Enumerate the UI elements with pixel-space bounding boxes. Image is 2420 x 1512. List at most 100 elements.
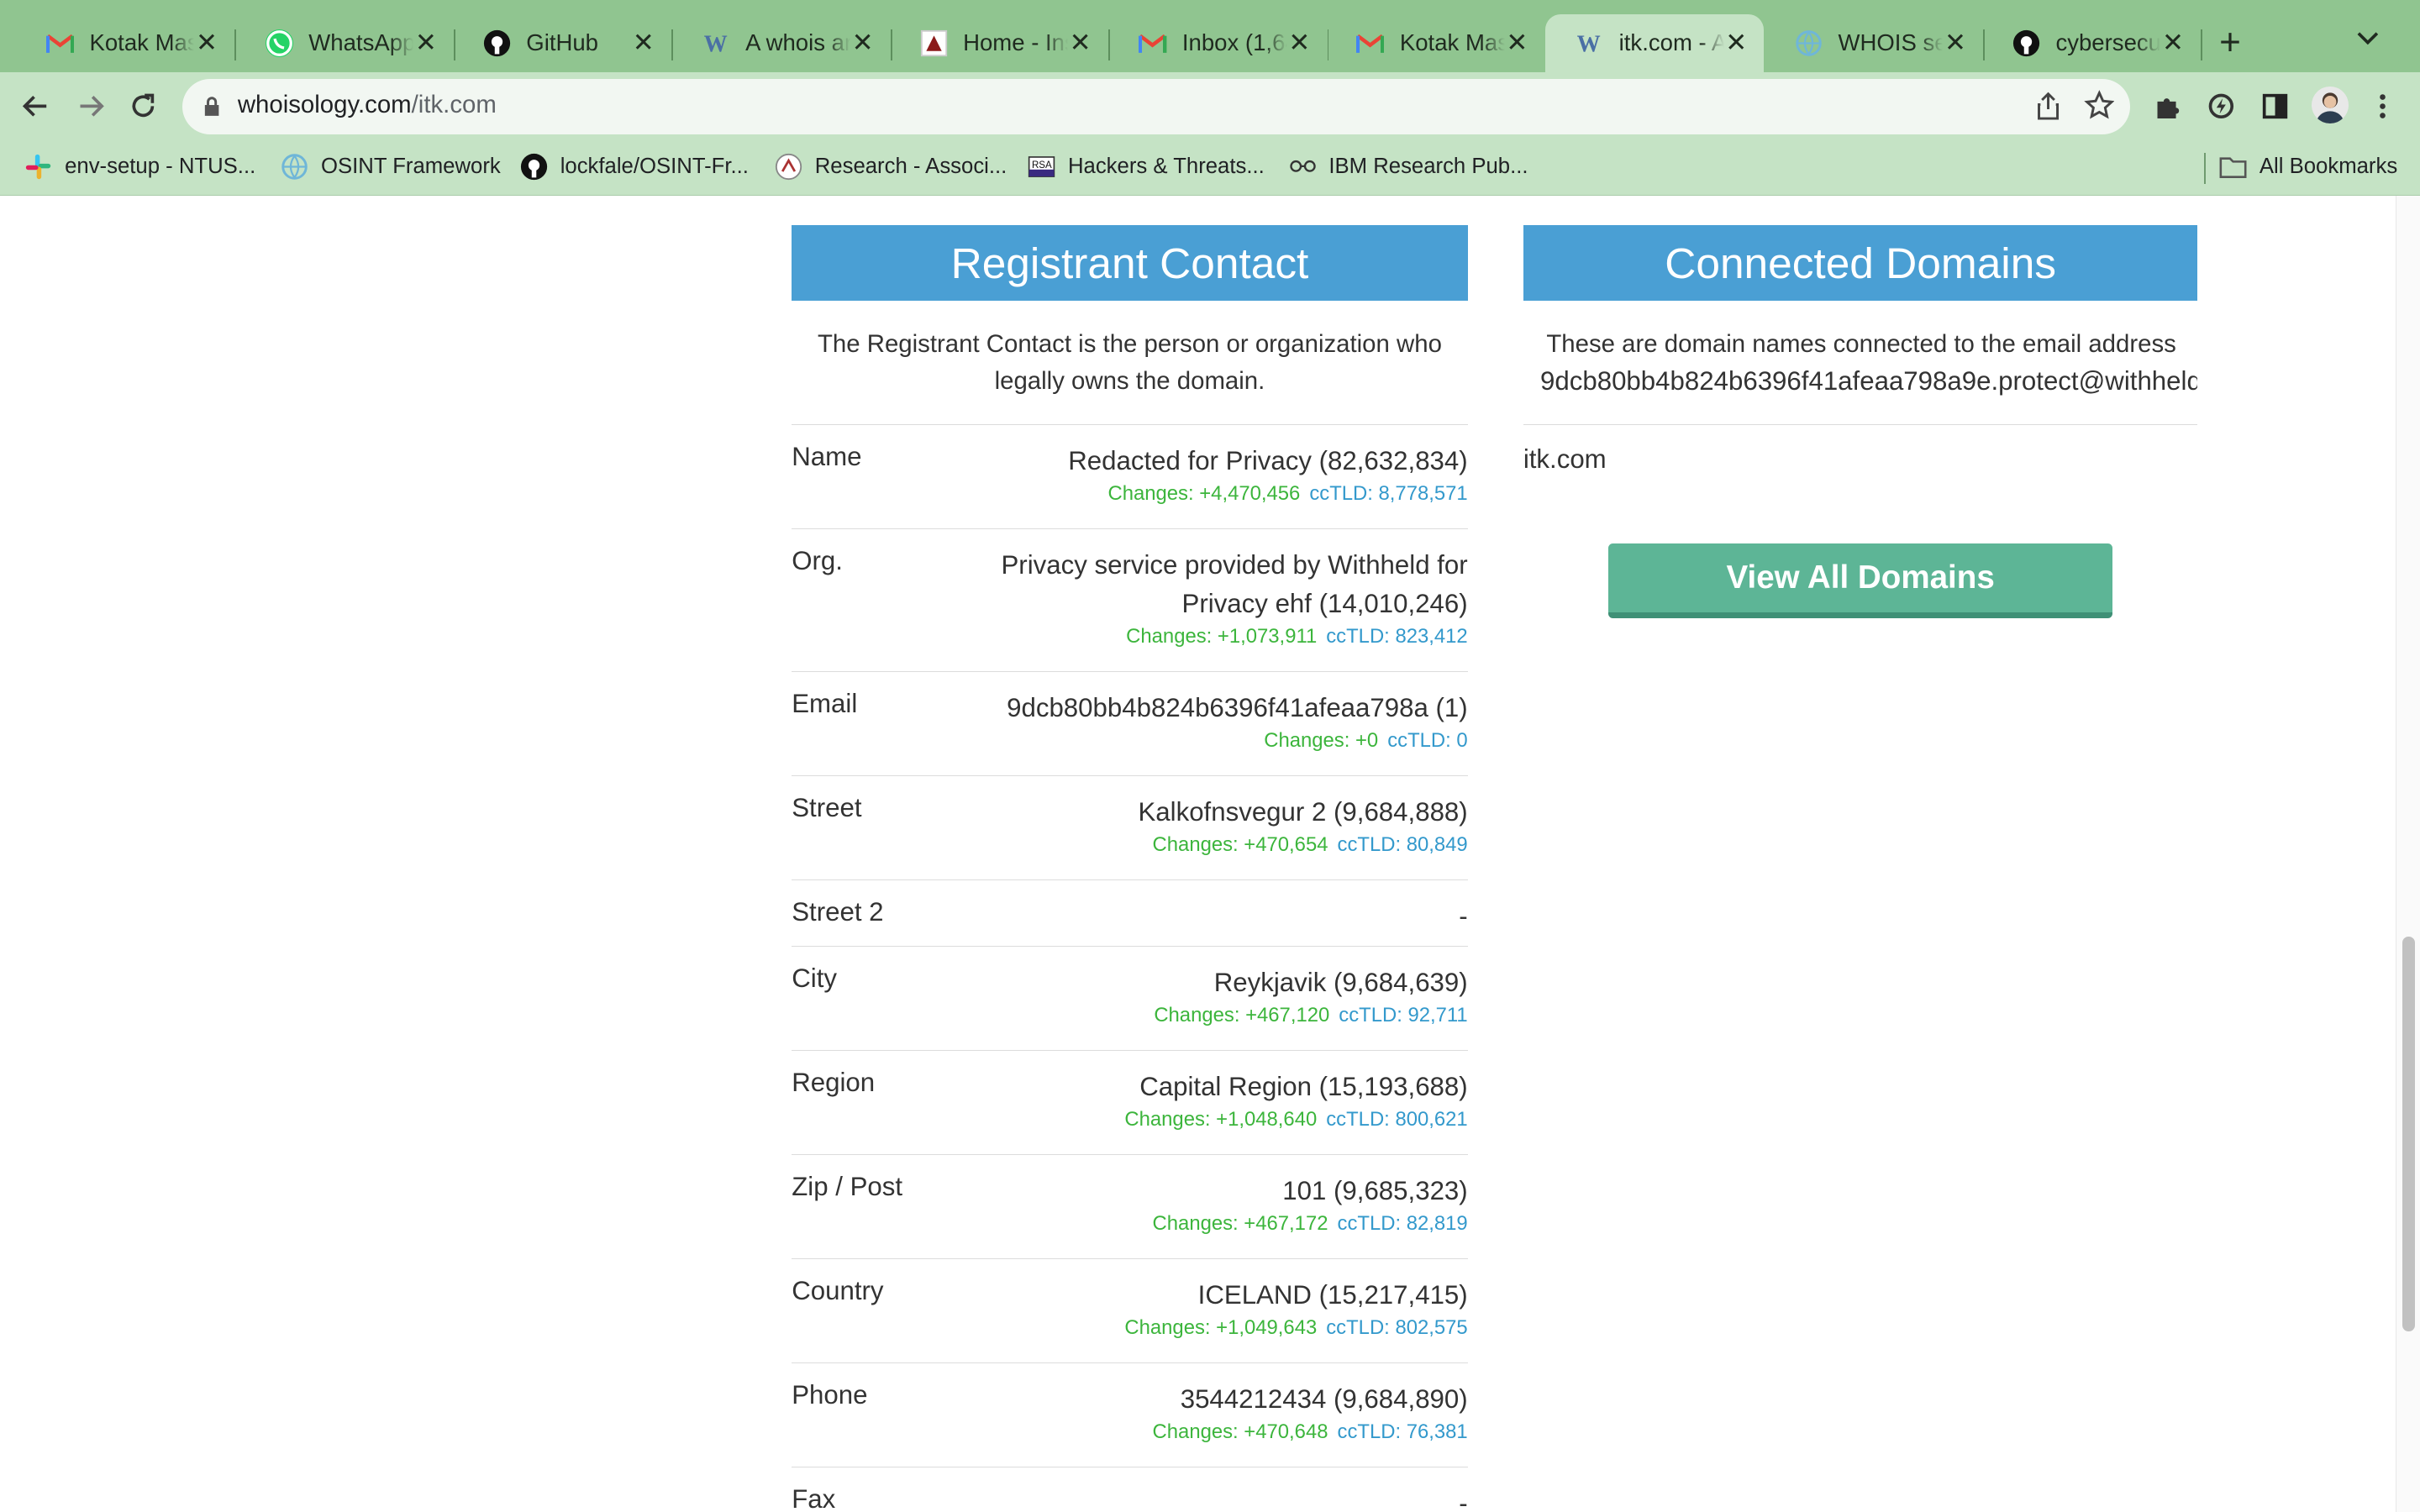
changes-count[interactable]: Changes: +467,120	[1154, 1004, 1329, 1026]
bookmark-item[interactable]: OSINT Framework	[281, 153, 501, 181]
bookmark-item[interactable]: RSA Hackers & Threats...	[1028, 153, 1265, 181]
site-icon	[920, 29, 948, 57]
cctld-count[interactable]: ccTLD: 82,819	[1338, 1212, 1468, 1235]
cctld-count[interactable]: ccTLD: 76,381	[1338, 1420, 1468, 1443]
profile-avatar[interactable]	[2312, 86, 2349, 123]
bookmark-item[interactable]: lockfale/OSINT-Fr...	[520, 153, 749, 181]
registrant-intro: The Registrant Contact is the person or …	[817, 329, 1442, 395]
row-value[interactable]: Reykjavik (9,684,639)	[1214, 963, 1468, 1002]
row-label: Phone	[792, 1379, 868, 1410]
row-value[interactable]: Redacted for Privacy (82,632,834)	[1068, 442, 1467, 480]
tab-close-icon[interactable]: ✕	[1505, 28, 1529, 58]
row-value[interactable]: -	[1459, 1484, 1467, 1512]
row-stats: Changes: +467,172 ccTLD: 82,819	[1153, 1212, 1468, 1236]
row-value[interactable]: -	[1459, 897, 1467, 936]
changes-count[interactable]: Changes: +1,048,640	[1124, 1108, 1317, 1131]
row-value[interactable]: 101 (9,685,323)	[1282, 1172, 1467, 1210]
changes-count[interactable]: Changes: +470,648	[1153, 1420, 1328, 1443]
gmail-icon	[1139, 29, 1167, 57]
row-value[interactable]: ICELAND (15,217,415)	[1198, 1276, 1468, 1315]
tab-close-icon[interactable]: ✕	[1724, 28, 1749, 58]
registrant-row: Region Capital Region (15,193,688) Changes…	[792, 1049, 1468, 1154]
cctld-count[interactable]: ccTLD: 80,849	[1338, 833, 1468, 856]
tab-close-icon[interactable]: ✕	[631, 28, 655, 58]
lock-icon[interactable]	[203, 96, 220, 124]
browser-tab[interactable]: Inbox (1,64 ✕	[1108, 14, 1329, 73]
reload-icon[interactable]	[124, 87, 164, 127]
bookmark-star-icon[interactable]	[2083, 89, 2115, 128]
bookmark-item[interactable]: IBM Research Pub...	[1289, 153, 1528, 181]
connected-intro: These are domain names connected to the …	[1523, 326, 2197, 400]
changes-count[interactable]: Changes: +1,073,911	[1126, 625, 1317, 648]
changes-count[interactable]: Changes: +467,172	[1153, 1212, 1328, 1235]
row-label: City	[792, 963, 837, 994]
svg-text:RSA: RSA	[1032, 160, 1052, 171]
browser-tab[interactable]: cybersecur ✕	[1981, 14, 2202, 73]
row-value[interactable]: Kalkofnsvegur 2 (9,684,888)	[1138, 793, 1467, 832]
cctld-count[interactable]: ccTLD: 92,711	[1339, 1004, 1467, 1026]
tab-close-icon[interactable]: ✕	[1068, 28, 1092, 58]
tab-title: Inbox (1,64	[1181, 29, 1287, 56]
cctld-count[interactable]: ccTLD: 0	[1387, 729, 1467, 752]
row-value[interactable]: Privacy service provided by Withheld for…	[974, 546, 1467, 623]
extension-refresh-icon[interactable]	[2204, 90, 2238, 123]
tab-close-icon[interactable]: ✕	[194, 28, 218, 58]
tab-search-chevron-icon[interactable]	[2357, 24, 2379, 51]
extensions-puzzle-icon[interactable]	[2151, 90, 2185, 123]
tab-close-icon[interactable]: ✕	[2160, 28, 2185, 58]
tab-close-icon[interactable]: ✕	[413, 28, 438, 58]
browser-tab[interactable]: Kotak Mas ✕	[15, 14, 236, 73]
browser-tab[interactable]: GitHub ✕	[452, 14, 673, 73]
all-bookmarks-button[interactable]: All Bookmarks	[2219, 153, 2397, 181]
cctld-count[interactable]: ccTLD: 802,575	[1326, 1316, 1467, 1339]
registrant-row: Street Kalkofnsvegur 2 (9,684,888) Changes…	[792, 774, 1468, 879]
tab-close-icon[interactable]: ✕	[850, 28, 875, 58]
page-scrollbar[interactable]	[2395, 196, 2420, 1512]
row-label: Region	[792, 1068, 876, 1098]
side-panel-icon[interactable]	[2258, 90, 2291, 123]
address-bar[interactable]: whoisology.com/itk.com	[182, 78, 2130, 134]
browser-tab[interactable]: WHOIS sea✕	[1764, 14, 1985, 73]
connected-domain-link[interactable]: itk.com	[1523, 444, 1607, 475]
cctld-count[interactable]: ccTLD: 800,621	[1326, 1108, 1467, 1131]
changes-count[interactable]: Changes: +1,049,643	[1124, 1316, 1317, 1339]
cctld-count[interactable]: ccTLD: 823,412	[1326, 625, 1467, 648]
back-arrow-icon[interactable]	[15, 87, 55, 127]
row-label: Street	[792, 793, 862, 823]
bookmark-item[interactable]: env-setup - NTUS...	[24, 153, 255, 181]
browser-toolbar: whoisology.com/itk.com	[0, 72, 2420, 139]
browser-tab[interactable]: Witk.com - A ✕	[1544, 13, 1765, 73]
browser-tab[interactable]: Kotak Mas ✕	[1326, 14, 1547, 73]
w-icon: W	[1576, 29, 1603, 57]
cctld-count[interactable]: ccTLD: 8,778,571	[1309, 482, 1467, 505]
share-icon[interactable]	[2034, 91, 2062, 129]
row-stats: Changes: +1,073,911 ccTLD: 823,412	[1126, 625, 1468, 648]
changes-count[interactable]: Changes: +470,654	[1153, 833, 1328, 856]
new-tab-button[interactable]: +	[2219, 22, 2241, 64]
bookmark-label: Hackers & Threats...	[1067, 154, 1265, 178]
changes-count[interactable]: Changes: +0	[1264, 729, 1378, 752]
registrant-row: Street 2 -	[792, 879, 1468, 946]
browser-tab[interactable]: Home - Ins ✕	[889, 14, 1110, 73]
row-value[interactable]: 3544212434 (9,684,890)	[1181, 1380, 1468, 1419]
url-text[interactable]: whoisology.com/itk.com	[238, 91, 497, 119]
scrollbar-thumb[interactable]	[2402, 936, 2415, 1332]
connected-intro-line: These are domain names connected to the …	[1546, 329, 2176, 358]
browser-tab[interactable]: WhatsApp ✕	[234, 14, 455, 73]
tab-title: Home - Ins	[963, 29, 1068, 56]
forward-arrow-icon[interactable]	[71, 87, 111, 127]
registrant-contact-heading: Registrant Contact	[792, 225, 1468, 302]
github-icon	[520, 153, 548, 181]
menu-kebab-icon[interactable]	[2366, 90, 2400, 123]
tab-title: WHOIS sea	[1838, 29, 1943, 56]
tab-close-icon[interactable]: ✕	[1287, 28, 1312, 58]
view-all-domains-button[interactable]: View All Domains	[1607, 543, 2113, 619]
bookmark-item[interactable]: Research - Associ...	[775, 153, 1007, 181]
changes-count[interactable]: Changes: +4,470,456	[1107, 482, 1300, 505]
row-value[interactable]: Capital Region (15,193,688)	[1139, 1068, 1468, 1106]
row-value[interactable]: 9dcb80bb4b824b6396f41afeaa798a (1)	[1007, 689, 1468, 727]
tab-close-icon[interactable]: ✕	[1943, 28, 1967, 58]
browser-tab[interactable]: W A whois ar ✕	[671, 14, 892, 73]
registrant-row: Country ICELAND (15,217,415) Changes: +1,0…	[792, 1257, 1468, 1362]
bookmarks-separator	[2203, 152, 2206, 184]
